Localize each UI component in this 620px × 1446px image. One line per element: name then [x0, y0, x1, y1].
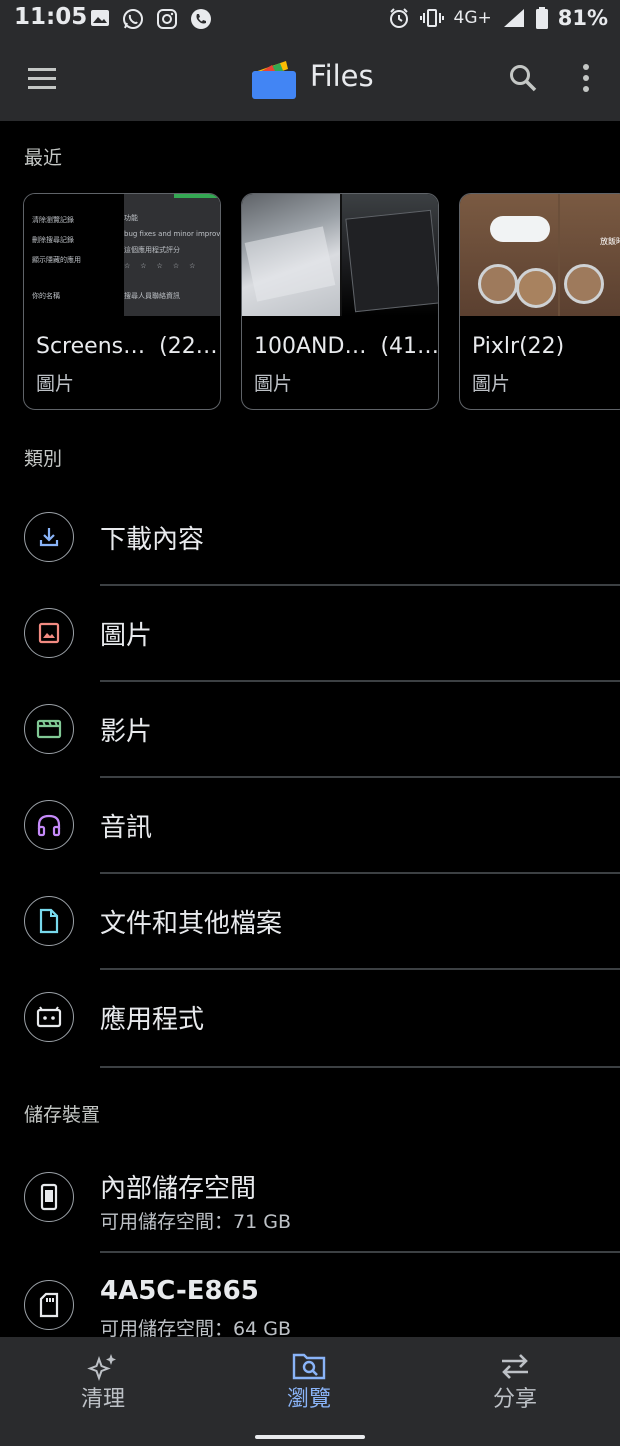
alarm-icon [389, 8, 408, 28]
thumb-line: 搜尋人員聯絡資訊 [124, 292, 180, 300]
recent-header: 最近 [24, 147, 63, 169]
battery-icon [535, 7, 548, 29]
card-name: Screens… [36, 334, 146, 359]
category-icon-circle [24, 800, 74, 850]
category-label: 文件和其他檔案 [100, 909, 283, 939]
download-icon [39, 528, 59, 547]
bottom-navigation: 清理 瀏覽 分享 [0, 1337, 620, 1446]
card-count: (22… [159, 334, 218, 359]
status-bar: 11:05 4G+ 81% [0, 0, 620, 37]
recent-card-screenshots[interactable]: 清除瀏覽記錄 刪除搜尋記錄 顯示隱藏的應用 你的名稱 功能 bug fixes … [23, 193, 221, 410]
battery-percent: 81% [557, 6, 608, 30]
thumb-caption: 放飯時間 [600, 237, 620, 246]
document-icon [39, 908, 59, 934]
app-bar: Files [0, 37, 620, 121]
notification-icons [90, 8, 212, 30]
nav-label: 瀏覽 [286, 1387, 331, 1412]
card-title: Pixlr(22) [472, 334, 564, 359]
storage-header: 儲存裝置 [24, 1104, 101, 1126]
categories-header: 類別 [24, 448, 63, 470]
network-type: 4G+ [453, 8, 492, 28]
category-images[interactable]: 圖片 [0, 586, 620, 682]
screenshot-thumbnail: 清除瀏覽記錄 刪除搜尋記錄 顯示隱藏的應用 你的名稱 功能 bug fixes … [24, 194, 220, 316]
divider [100, 1251, 620, 1253]
category-audio[interactable]: 音訊 [0, 778, 620, 874]
card-type: 圖片 [254, 373, 293, 395]
recent-card-pixlr[interactable]: 放飯時間 Pixlr(22) 圖片 [459, 193, 620, 410]
thumb-line: bug fixes and minor improvements. [124, 230, 220, 238]
instagram-icon [157, 9, 177, 29]
card-type: 圖片 [36, 373, 75, 395]
cat-photo-thumbnail: 放飯時間 [460, 194, 620, 316]
more-icon[interactable] [578, 63, 594, 93]
category-documents[interactable]: 文件和其他檔案 [0, 874, 620, 970]
thumb-text-list: 清除瀏覽記錄 刪除搜尋記錄 顯示隱藏的應用 你的名稱 [32, 210, 81, 306]
nav-clean[interactable]: 清理 [0, 1337, 206, 1421]
category-icon-circle [24, 512, 74, 562]
storage-icon-circle [24, 1172, 74, 1222]
menu-icon[interactable] [28, 67, 58, 91]
category-icon-circle [24, 608, 74, 658]
vibrate-icon [419, 9, 444, 27]
category-label: 圖片 [100, 621, 153, 651]
system-icons: 4G+ 81% [388, 6, 608, 30]
thumb-stars: ☆☆☆☆☆ [124, 262, 206, 270]
card-count: (41… [380, 334, 439, 359]
image-icon [38, 622, 60, 644]
card-name: 100AND… [254, 334, 367, 359]
thumb-line: 刪除搜尋記錄 [32, 236, 74, 244]
search-icon[interactable] [508, 63, 538, 93]
storage-title: 4A5C-E865 [100, 1276, 259, 1306]
category-icon-circle [24, 992, 74, 1042]
card-title: Screens… (22… [36, 334, 218, 359]
app-title: Files [310, 59, 374, 93]
category-label: 音訊 [100, 813, 153, 843]
status-time: 11:05 [14, 4, 88, 30]
category-label: 下載內容 [100, 525, 205, 555]
storage-icon-circle [24, 1280, 74, 1330]
android-icon [36, 1006, 62, 1028]
nav-label: 分享 [492, 1387, 537, 1412]
share-icon [502, 1354, 528, 1379]
phone-storage-icon [40, 1183, 58, 1211]
headphones-icon [37, 814, 61, 837]
storage-internal[interactable]: 內部儲存空間 可用儲存空間：71 GB [0, 1150, 620, 1250]
storage-title: 內部儲存空間 [100, 1174, 257, 1204]
card-type: 圖片 [472, 373, 511, 395]
nav-label: 清理 [80, 1387, 125, 1412]
category-label: 影片 [100, 717, 153, 747]
video-icon [36, 719, 62, 739]
card-count: (22) [519, 334, 565, 359]
nav-browse[interactable]: 瀏覽 [206, 1337, 412, 1421]
nav-share[interactable]: 分享 [412, 1337, 618, 1421]
whatsapp-icon [123, 9, 143, 29]
thumb-line: 你的名稱 [32, 292, 60, 300]
category-icon-circle [24, 704, 74, 754]
gallery-icon [91, 10, 109, 26]
category-label: 應用程式 [100, 1005, 205, 1035]
recent-card-100andro[interactable]: 100AND… (41… 圖片 [241, 193, 439, 410]
photo-thumbnail [242, 194, 438, 316]
divider [100, 1066, 620, 1068]
card-name: Pixlr [472, 334, 520, 359]
phone-icon [191, 9, 211, 29]
storage-sd-card[interactable]: 4A5C-E865 可用儲存空間：64 GB [0, 1256, 620, 1346]
files-logo [252, 61, 296, 99]
thumb-line: 這個應用程式評分 [124, 246, 180, 254]
storage-free-space: 可用儲存空間：71 GB [100, 1211, 291, 1233]
category-icon-circle [24, 896, 74, 946]
browse-icon [292, 1353, 326, 1380]
signal-icon [503, 9, 524, 27]
category-videos[interactable]: 影片 [0, 682, 620, 778]
thumb-line: 功能 [124, 214, 138, 222]
category-downloads[interactable]: 下載內容 [0, 490, 620, 586]
category-apps[interactable]: 應用程式 [0, 970, 620, 1066]
gesture-handle[interactable] [255, 1435, 365, 1439]
thumb-line: 清除瀏覽記錄 [32, 216, 74, 224]
thumb-line: 顯示隱藏的應用 [32, 256, 81, 264]
thumb-right-text: 功能 bug fixes and minor improvements. 這個應… [124, 210, 220, 304]
sparkle-icon [87, 1354, 116, 1381]
card-title: 100AND… (41… [254, 334, 439, 359]
sd-card-icon [39, 1292, 59, 1318]
